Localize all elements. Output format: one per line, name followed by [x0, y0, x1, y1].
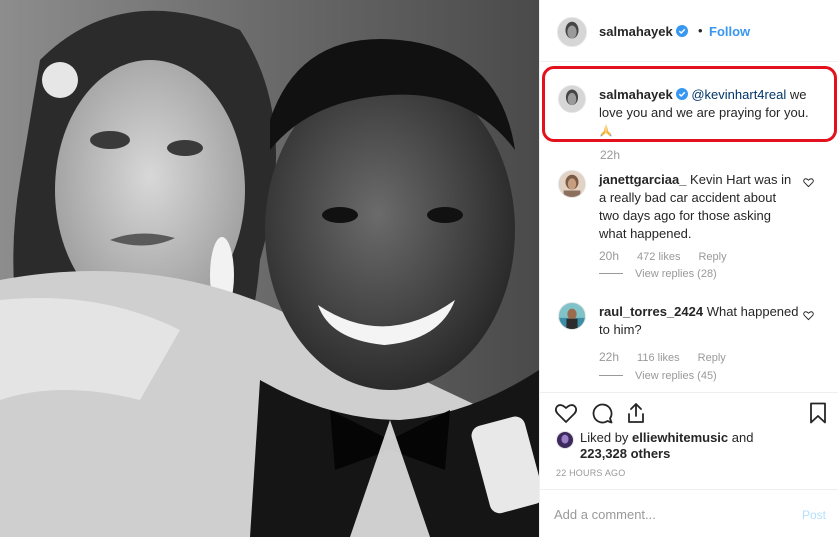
- like-heart-icon[interactable]: [554, 401, 578, 425]
- caption-time[interactable]: 22h: [600, 148, 620, 162]
- caption-mention-link[interactable]: @kevinhart4real: [691, 87, 786, 102]
- comment-time[interactable]: 20h: [599, 249, 619, 263]
- post-comment-button[interactable]: Post: [802, 508, 826, 522]
- comment-reply-button[interactable]: Reply: [698, 251, 726, 263]
- view-replies-label[interactable]: View replies (28): [635, 268, 717, 280]
- post-timestamp[interactable]: 22 HOURS AGO: [556, 468, 625, 478]
- liker-avatar[interactable]: [556, 431, 574, 449]
- like-comment-heart-icon[interactable]: [803, 177, 814, 188]
- action-bar: [540, 392, 838, 432]
- author-username[interactable]: salmahayek: [599, 24, 688, 39]
- likes-count[interactable]: 223,328 others: [580, 446, 670, 461]
- follow-button[interactable]: Follow: [709, 24, 750, 39]
- like-comment-heart-icon[interactable]: [803, 310, 814, 321]
- author-avatar[interactable]: [557, 17, 587, 47]
- praying-hands-icon: [600, 124, 612, 137]
- commenter-avatar[interactable]: [558, 170, 586, 198]
- caption-author-avatar[interactable]: [558, 85, 586, 113]
- liker-username[interactable]: elliewhitemusic: [632, 430, 728, 445]
- add-comment-input[interactable]: [554, 504, 774, 524]
- bookmark-icon[interactable]: [806, 401, 830, 425]
- comment-meta: 22h 116 likes Reply: [599, 350, 744, 364]
- post-details-pane: salmahayek • Follow salmahayek @kevinhar…: [539, 0, 838, 537]
- view-replies-button[interactable]: View replies (45): [599, 370, 717, 382]
- commenter-avatar[interactable]: [558, 302, 586, 330]
- caption-text: salmahayek @kevinhart4real we love you a…: [599, 86, 821, 140]
- comment-bubble-icon[interactable]: [590, 401, 614, 425]
- follow-separator: •: [698, 23, 703, 38]
- comment-text: janettgarciaa_ Kevin Hart was in a reall…: [599, 171, 799, 243]
- replies-dash: [599, 375, 623, 376]
- verified-badge-icon: [675, 25, 688, 37]
- comment-text: raul_torres_2424 What happened to him?: [599, 303, 799, 339]
- share-icon[interactable]: [624, 401, 648, 425]
- view-replies-button[interactable]: View replies (28): [599, 268, 717, 280]
- caption-username[interactable]: salmahayek: [599, 87, 673, 102]
- post-photo[interactable]: [0, 0, 539, 537]
- likes-summary: Liked by elliewhitemusic and 223,328 oth…: [580, 430, 753, 462]
- comment-likes[interactable]: 116 likes: [637, 352, 680, 364]
- photo-image: [0, 0, 539, 537]
- comment-time[interactable]: 22h: [599, 350, 619, 364]
- comment-meta: 20h 472 likes Reply: [599, 249, 745, 263]
- comment-username[interactable]: janettgarciaa_: [599, 172, 686, 187]
- comment-username[interactable]: raul_torres_2424: [599, 304, 703, 319]
- comment-likes[interactable]: 472 likes: [637, 251, 680, 263]
- replies-dash: [599, 273, 623, 274]
- view-replies-label[interactable]: View replies (45): [635, 370, 717, 382]
- likes-middle: and: [728, 430, 754, 445]
- likes-prefix: Liked by: [580, 430, 633, 445]
- author-username-text[interactable]: salmahayek: [599, 24, 673, 39]
- add-comment-bar: Post: [540, 489, 838, 537]
- post-header: salmahayek • Follow: [540, 0, 838, 62]
- comment-reply-button[interactable]: Reply: [698, 352, 726, 364]
- verified-badge-icon: [675, 88, 688, 100]
